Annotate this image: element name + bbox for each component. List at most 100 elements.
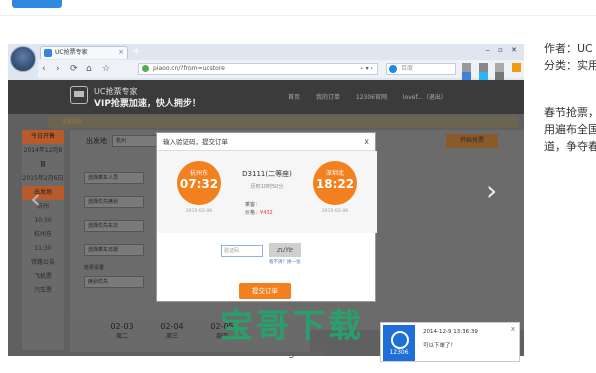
close-icon[interactable]: x bbox=[511, 325, 515, 333]
download-icon[interactable] bbox=[478, 63, 488, 72]
tab-favicon-icon bbox=[44, 49, 52, 57]
date-item[interactable]: 02-04 周三 bbox=[152, 322, 192, 340]
author-label: 作者：UC bbox=[544, 42, 593, 55]
to-station: 深圳北 bbox=[325, 170, 344, 177]
from-time: 07:32 bbox=[179, 177, 219, 191]
address-bar[interactable]: piaoo.cn/?from=ucstore ⋆ ▾ › bbox=[138, 63, 378, 75]
date-weekday: 周三 bbox=[165, 333, 178, 340]
site-top-bar bbox=[0, 0, 596, 16]
browser-chrome: UC抢票专家 × + ‒ ▫ ✕ ‹ › ⟳ ⌂ ☆ piaoo.cn/?fro… bbox=[8, 44, 524, 81]
captcha-row: 验证码 zuYe 看不清？换一张 bbox=[157, 233, 377, 273]
app-nav: 首页 我的订单 12306官网 lovef...（退出） bbox=[288, 92, 461, 101]
download-button[interactable] bbox=[12, 0, 62, 8]
next-slide-icon[interactable]: › bbox=[486, 174, 497, 207]
nav-user[interactable]: lovef...（退出） bbox=[403, 94, 447, 101]
passenger-select[interactable]: 选择乘车人员 bbox=[84, 172, 144, 184]
from-label: 出发地 bbox=[86, 137, 107, 145]
close-icon[interactable]: x bbox=[364, 133, 369, 151]
back-icon[interactable]: ‹ bbox=[42, 63, 46, 75]
to-date: 2015-02-06 bbox=[321, 209, 349, 214]
navigation-bar: ‹ › ⟳ ⌂ ☆ piaoo.cn/?from=ucstore ⋆ ▾ › 百… bbox=[38, 60, 524, 81]
sidebar-item: 2014年12月8日 bbox=[23, 147, 63, 168]
window-controls[interactable]: ‒ ▫ ✕ bbox=[485, 46, 520, 54]
app-header: UC抢票专家 VIP抢票加速，快人拥步！ 首页 我的订单 12306官网 lov… bbox=[8, 80, 524, 114]
modal-header: 输入验证码，提交订单 x bbox=[157, 133, 375, 151]
browser-tab[interactable]: UC抢票专家 × bbox=[40, 46, 128, 59]
tab-title: UC抢票专家 bbox=[55, 49, 88, 56]
article-text-line: 用遍布全国 bbox=[544, 123, 596, 136]
article-info: 作者：UC 分类：实用 春节抢票， 用遍布全国 道，争夺春 bbox=[544, 40, 596, 155]
sidebar-item: 11:30 bbox=[34, 245, 52, 252]
date-value: 02-04 bbox=[160, 322, 184, 331]
sidebar-item[interactable]: 飞机票 bbox=[22, 270, 64, 284]
search-placeholder: 百度 bbox=[401, 65, 414, 72]
trip-summary: 杭州东 07:32 2015-02-06 D3111(二等座) 历时10时50分… bbox=[157, 151, 377, 233]
sidebar-item[interactable]: 出发地 bbox=[22, 186, 64, 200]
sidebar-item[interactable]: 铁路公告 bbox=[22, 256, 64, 270]
toast-time: 2014-12-9 13:36:39 bbox=[423, 329, 478, 335]
captcha-image[interactable]: zuYe bbox=[269, 243, 301, 257]
article-text-line: 道，争夺春 bbox=[544, 140, 596, 153]
date-select[interactable]: 选择乘车日期 bbox=[84, 244, 144, 256]
departure-circle: 杭州东 07:32 bbox=[177, 161, 221, 205]
app-subtitle: VIP抢票加速，快人拥步！ bbox=[94, 99, 201, 109]
user-avatar[interactable] bbox=[10, 46, 36, 72]
price-label: 价格： bbox=[245, 210, 261, 216]
date-weekday: 周二 bbox=[115, 333, 128, 340]
sidebar-item: 至 bbox=[39, 161, 46, 168]
priority-select[interactable]: 席别优先 bbox=[84, 276, 144, 288]
toolbar-icons bbox=[462, 63, 524, 81]
sidebar: 今日开售 2014年12月8日 至 2015年2月6日 出发地 杭州 10:30… bbox=[22, 130, 64, 350]
nav-orders[interactable]: 我的订单 bbox=[316, 94, 340, 101]
refresh-captcha-link[interactable]: 看不清？换一张 bbox=[269, 259, 301, 265]
sidebar-item-today[interactable]: 今日开售 bbox=[22, 130, 64, 144]
screenshot-icon[interactable] bbox=[462, 63, 471, 72]
from-station: 杭州东 bbox=[189, 170, 208, 177]
passenger-label: 乘客： bbox=[245, 202, 261, 208]
railway-logo-icon: 12306 bbox=[383, 325, 415, 361]
sidebar-item[interactable]: 汽车票 bbox=[22, 284, 64, 298]
modal-title: 输入验证码，提交订单 bbox=[163, 138, 228, 146]
sidebar-item: 2015年2月6日 bbox=[22, 175, 64, 182]
arrival-circle: 深圳北 18:22 bbox=[313, 161, 357, 205]
sidebar-item[interactable]: 杭州 bbox=[22, 200, 64, 214]
watermark-url: www.baoge.net bbox=[238, 346, 324, 359]
extension-icon[interactable] bbox=[495, 63, 505, 72]
from-date: 2015-02-06 bbox=[185, 209, 213, 214]
date-value: 02-03 bbox=[110, 322, 134, 331]
article-text-line: 春节抢票， bbox=[544, 106, 596, 119]
captcha-input[interactable]: 验证码 bbox=[221, 245, 263, 257]
watermark-logo: 宝哥下载 bbox=[220, 306, 364, 345]
sidebar-item: 10:30 bbox=[34, 217, 52, 224]
train-select[interactable]: 选择优先车次 bbox=[84, 220, 144, 232]
url-text: piaoo.cn/?from=ucstore bbox=[153, 65, 225, 72]
start-grab-button[interactable]: 开始抢票 bbox=[446, 134, 498, 148]
submit-order-button[interactable]: 提交订单 bbox=[239, 283, 291, 299]
search-box[interactable]: 百度 bbox=[386, 63, 456, 75]
train-logo-icon bbox=[70, 86, 88, 104]
refresh-icon[interactable]: ⟳ bbox=[70, 63, 78, 75]
new-tab-button[interactable]: + bbox=[132, 46, 140, 58]
nav-12306[interactable]: 12306官网 bbox=[356, 94, 387, 101]
category-label: 分类：实用 bbox=[544, 59, 596, 72]
search-engine-icon bbox=[389, 65, 397, 73]
forward-icon[interactable]: › bbox=[56, 63, 60, 75]
to-time: 18:22 bbox=[315, 177, 355, 191]
nav-home[interactable]: 首页 bbox=[288, 94, 300, 101]
notice-bar: 温馨提醒：... bbox=[48, 116, 518, 128]
secure-icon bbox=[142, 65, 149, 72]
sidebar-item[interactable]: 杭州东 bbox=[22, 228, 64, 242]
bookmark-icon[interactable]: ☆ bbox=[102, 63, 110, 75]
date-item[interactable]: 02-03 周二 bbox=[102, 322, 142, 340]
prev-slide-icon[interactable]: ‹ bbox=[30, 182, 41, 215]
home-icon[interactable]: ⌂ bbox=[86, 63, 92, 75]
trip-duration: 历时10时50分 bbox=[250, 184, 284, 190]
plugin-icon[interactable] bbox=[511, 63, 521, 72]
notification-toast[interactable]: 12306 2014-12-9 13:36:39 可以下单了！ x bbox=[380, 322, 520, 362]
seat-info: 乘客： 价格：¥432 bbox=[245, 201, 273, 217]
settings-label: 抢票设置 bbox=[84, 265, 105, 271]
address-actions-icon[interactable]: ⋆ ▾ › bbox=[360, 64, 373, 74]
close-tab-icon[interactable]: × bbox=[118, 47, 124, 58]
train-number: D3111(二等座) bbox=[242, 170, 292, 178]
seat-select[interactable]: 选择优先席别 bbox=[84, 196, 144, 208]
